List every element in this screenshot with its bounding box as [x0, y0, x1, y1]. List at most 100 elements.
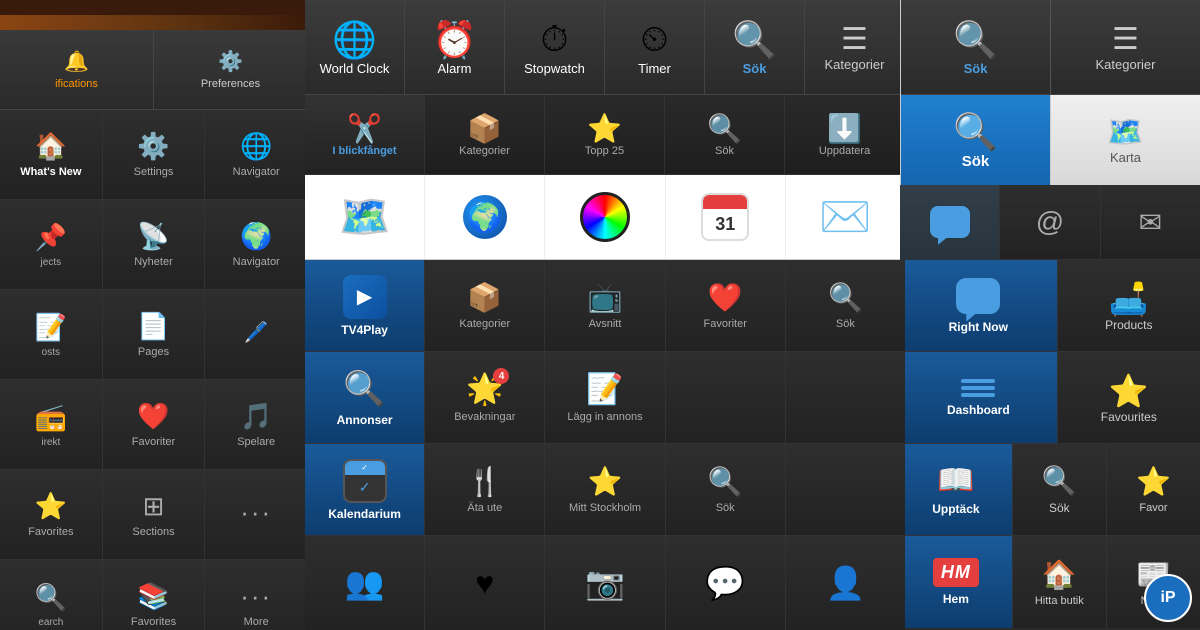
bevakningar-button[interactable]: 🌟 4 Bevakningar: [425, 352, 545, 443]
more2-icon: ···: [240, 581, 272, 612]
right-kategorier-top[interactable]: ☰ Kategorier: [1051, 0, 1200, 94]
navigator-button[interactable]: 🌐 Navigator: [205, 110, 308, 199]
spelare-button[interactable]: 🎵 Spelare: [205, 380, 308, 469]
right-col: @ ✉ Right Now 🛋️ Products: [900, 185, 1200, 630]
sok4-label: Sök: [716, 502, 735, 514]
world-clock-button[interactable]: 🌐 World Clock: [305, 0, 405, 94]
favourites-rc-button[interactable]: ⭐ Favourites: [1058, 352, 1200, 443]
ata-ute-label: Äta ute: [467, 502, 502, 514]
hitta-butik-button[interactable]: 🏠 Hitta butik: [1013, 536, 1107, 628]
nyheter-button[interactable]: 📡 Nyheter: [103, 200, 206, 289]
more2-button[interactable]: ··· More: [205, 560, 308, 630]
alarm-icon: ⏰: [432, 19, 477, 61]
top-app-bar: [0, 15, 308, 30]
message-bubble-icon: [930, 206, 970, 238]
mail-app-icon: ✉️: [819, 193, 871, 242]
chat-button[interactable]: 💬: [666, 536, 786, 630]
favoriter3-button[interactable]: ❤️ Favoriter: [666, 260, 786, 351]
people-button[interactable]: 👥: [305, 536, 425, 630]
notifications-button[interactable]: 🔔 ifications: [0, 30, 154, 109]
mail-app-button[interactable]: ✉️: [786, 175, 905, 259]
calendar-app-button[interactable]: 31: [666, 175, 786, 259]
timer-button[interactable]: ⏲ Timer: [605, 0, 705, 94]
lagg-in-annons-button[interactable]: 📝 Lägg in annons: [545, 352, 664, 443]
posts-button[interactable]: 📝 osts: [0, 290, 103, 379]
dashboard-button[interactable]: Dashboard: [900, 352, 1058, 443]
camera-button[interactable]: 📷: [545, 536, 665, 630]
maps-app-button[interactable]: 🗺️: [305, 175, 425, 259]
sok5-button[interactable]: 🔍 Sök: [1013, 444, 1107, 535]
heart-bottom-button[interactable]: ♥: [425, 536, 545, 630]
colorwheel-app-button[interactable]: [545, 175, 665, 259]
products-button[interactable]: 🛋️ Products: [1058, 260, 1200, 351]
message-rc-button[interactable]: [900, 185, 1000, 259]
hem-button[interactable]: HM Hem: [900, 536, 1013, 628]
avsnitt-button[interactable]: 📺 Avsnitt: [545, 260, 665, 351]
karta-button[interactable]: 🗺️ Karta: [1050, 95, 1200, 185]
mail-rc-button[interactable]: ✉: [1101, 185, 1200, 259]
globe-app-button[interactable]: 🌍: [425, 175, 545, 259]
preferences-button[interactable]: ⚙️ Preferences: [154, 30, 308, 109]
people-icon: 👥: [345, 564, 385, 602]
navigator2-button[interactable]: 🌍 Navigator: [205, 200, 308, 289]
pages-button[interactable]: 📄 Pages: [103, 290, 206, 379]
calendar31-icon: 31: [701, 193, 749, 241]
right-top-row: 🔍 Sök ☰ Kategorier: [901, 0, 1200, 95]
empty-annonser-1[interactable]: [665, 352, 785, 443]
i-blickfanget-button[interactable]: ✂️ I blickfånget: [305, 95, 425, 174]
book-icon: 📚: [137, 581, 169, 612]
topp25-icon: ⭐: [587, 112, 622, 145]
annonser-row: 🔍 Annonser 🌟 4 Bevakningar 📝 Lägg in ann…: [305, 352, 905, 444]
projects-button[interactable]: 📌 jects: [0, 200, 103, 289]
sections-button[interactable]: ⊞ Sections: [103, 470, 206, 559]
favorites2-button[interactable]: 📚 Favorites: [103, 560, 206, 630]
direkt-button[interactable]: 📻 irekt: [0, 380, 103, 469]
empty-kal-1[interactable]: [785, 444, 905, 535]
sok-clock-button[interactable]: 🔍 Sök: [705, 0, 805, 94]
alarm-button[interactable]: ⏰ Alarm: [405, 0, 505, 94]
pages2-button[interactable]: 🖊️: [205, 290, 308, 379]
mitt-stockholm-label: Mitt Stockholm: [569, 502, 641, 514]
kategorier3-button[interactable]: 📦 Kategorier: [425, 260, 545, 351]
search-left-button[interactable]: 🔍 earch: [0, 560, 103, 630]
whats-new-button[interactable]: 🏠 What's New: [0, 110, 103, 199]
right-sok-top[interactable]: 🔍 Sök: [901, 0, 1051, 94]
ata-ute-button[interactable]: 🍴 Äta ute: [425, 444, 545, 535]
tv4play-icon: ▶: [343, 275, 387, 319]
kalendarium-button[interactable]: ✓ ✓ Kalendarium: [305, 444, 425, 535]
settings-icon: ⚙️: [137, 131, 169, 162]
home-icon: 🏠: [35, 131, 67, 162]
kategorier-clock-button[interactable]: ☰ Kategorier: [805, 0, 905, 94]
sok-button[interactable]: 🔍 Sök: [901, 95, 1050, 185]
kategorier3-icon: 📦: [467, 281, 502, 314]
right-now-button[interactable]: Right Now: [900, 260, 1058, 351]
contacts-button[interactable]: 👤: [786, 536, 905, 630]
at-icon: @: [1036, 206, 1064, 238]
sok3-button[interactable]: 🔍 Sök: [786, 260, 905, 351]
mitt-stockholm-button[interactable]: ⭐ Mitt Stockholm: [545, 444, 665, 535]
empty-annonser-2[interactable]: [785, 352, 905, 443]
favoriter-button[interactable]: ❤️ Favoriter: [103, 380, 206, 469]
sok4-button[interactable]: 🔍 Sök: [666, 444, 785, 535]
kategorier2-button[interactable]: 📦 Kategorier: [425, 95, 545, 174]
upptack-button[interactable]: 📖 Upptäck: [900, 444, 1013, 535]
right-search-top-icon: 🔍: [953, 19, 998, 61]
colorwheel-icon: [580, 192, 630, 242]
favor-r-button[interactable]: ⭐ Favor: [1107, 444, 1200, 535]
more-left-button[interactable]: ···: [205, 470, 308, 559]
settings-button[interactable]: ⚙️ Settings: [103, 110, 206, 199]
topp25-button[interactable]: ⭐ Topp 25: [545, 95, 665, 174]
sok2-button[interactable]: 🔍 Sök: [665, 95, 785, 174]
favorites-left-button[interactable]: ⭐ Favorites: [0, 470, 103, 559]
uppdatera-button[interactable]: ⬇️ Uppdatera: [785, 95, 905, 174]
tv4play-button[interactable]: ▶ TV4Play: [305, 260, 425, 351]
world-clock-label: World Clock: [320, 61, 390, 76]
right-row-4: 📖 Upptäck 🔍 Sök ⭐ Favor: [900, 444, 1200, 536]
at-rc-button[interactable]: @: [1000, 185, 1100, 259]
hitta-icon: 🏠: [1042, 558, 1077, 591]
kalendarium-label: Kalendarium: [328, 507, 401, 521]
left-row-1: 🏠 What's New ⚙️ Settings 🌐 Navigator: [0, 110, 308, 200]
annonser-button[interactable]: 🔍 Annonser: [305, 352, 425, 443]
stopwatch-button[interactable]: ⏱ Stopwatch: [505, 0, 605, 94]
uppdatera-label: Uppdatera: [819, 145, 870, 157]
